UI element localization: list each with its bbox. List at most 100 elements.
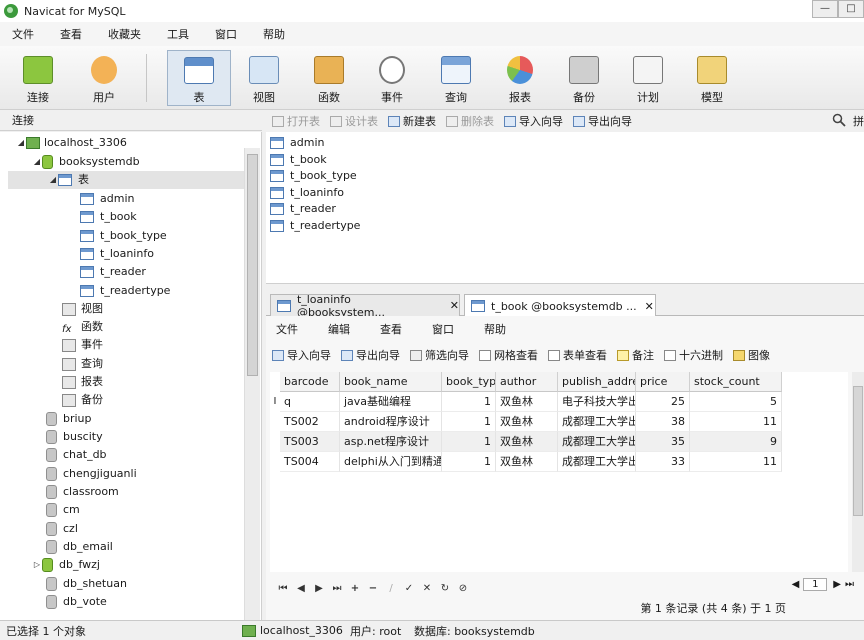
next-page-button[interactable]: ▶: [833, 579, 841, 590]
tree-database-item[interactable]: db_vote: [46, 593, 107, 611]
tab-close-icon[interactable]: ✕: [645, 300, 654, 313]
schedule-button[interactable]: 计划: [616, 50, 680, 106]
tree-database-item[interactable]: briup: [46, 410, 92, 428]
discard-changes-button[interactable]: ✕: [418, 583, 436, 594]
tree-database-item[interactable]: chengjiguanli: [46, 465, 137, 483]
table-cell[interactable]: java基础编程: [340, 392, 442, 412]
tab-t-loaninfo[interactable]: t_loaninfo @booksystem... ✕: [270, 293, 460, 319]
column-header-barcode[interactable]: barcode: [280, 372, 340, 392]
menu-favorites[interactable]: 收藏夹: [100, 26, 149, 42]
expand-triangle-icon[interactable]: ◢: [48, 171, 58, 189]
tree-table-item[interactable]: t_loaninfo: [80, 245, 154, 263]
table-cell[interactable]: 双鱼林: [496, 392, 558, 412]
design-table-button[interactable]: 设计表: [330, 113, 378, 129]
tree-database-item[interactable]: db_email: [46, 538, 113, 556]
search-icon[interactable]: [832, 113, 846, 127]
tree-database-item[interactable]: ▷ db_fwzj: [32, 556, 100, 574]
column-header-stock-count[interactable]: stock_count: [690, 372, 782, 392]
expand-triangle-icon[interactable]: ◢: [32, 153, 42, 171]
backup-button[interactable]: 备份: [552, 50, 616, 106]
editor-menu-view[interactable]: 查看: [380, 321, 402, 337]
prev-record-button[interactable]: ◀: [292, 583, 310, 594]
table-cell[interactable]: 1: [442, 452, 496, 472]
table-cell[interactable]: q: [280, 392, 340, 412]
first-record-button[interactable]: ⏮: [274, 583, 292, 594]
tree-functions-node[interactable]: fx 函数: [62, 318, 103, 336]
table-cell[interactable]: 25: [636, 392, 690, 412]
table-cell[interactable]: 1: [442, 392, 496, 412]
editor-menu-help[interactable]: 帮助: [484, 321, 506, 337]
tree-views-node[interactable]: 视图: [62, 300, 103, 318]
tree-database-item[interactable]: czl: [46, 520, 78, 538]
tab-t-book[interactable]: t_book @booksystemdb ... ✕: [464, 294, 656, 317]
tree-database-item[interactable]: classroom: [46, 483, 119, 501]
table-cell[interactable]: TS003: [280, 432, 340, 452]
menu-tools[interactable]: 工具: [159, 26, 197, 42]
table-cell[interactable]: 1: [442, 432, 496, 452]
tree-table-item[interactable]: admin: [80, 190, 134, 208]
maximize-button[interactable]: □: [838, 0, 864, 18]
user-button[interactable]: 用户: [72, 50, 136, 106]
table-cell[interactable]: TS004: [280, 452, 340, 472]
table-cell[interactable]: 33: [636, 452, 690, 472]
table-cell[interactable]: asp.net程序设计: [340, 432, 442, 452]
table-cell[interactable]: 电子科技大学出: [558, 392, 636, 412]
object-list-item[interactable]: admin: [270, 134, 324, 151]
column-header-author[interactable]: author: [496, 372, 558, 392]
object-list-item[interactable]: t_loaninfo: [270, 184, 344, 201]
tree-scrollbar[interactable]: [244, 148, 260, 620]
prev-page-button[interactable]: ◀: [792, 579, 800, 590]
table-cell[interactable]: 1: [442, 412, 496, 432]
page-number-input[interactable]: 1: [803, 578, 828, 591]
tree-database[interactable]: ◢ booksystemdb: [32, 153, 140, 171]
filter-wizard-button[interactable]: 筛选向导: [410, 347, 469, 363]
tree-table-item[interactable]: t_book_type: [80, 227, 167, 245]
column-header-price[interactable]: price: [636, 372, 690, 392]
object-list-item[interactable]: t_readertype: [270, 217, 360, 234]
edit-record-button[interactable]: /: [382, 583, 400, 594]
editor-menu-window[interactable]: 窗口: [432, 321, 454, 337]
tree-events-node[interactable]: 事件: [62, 336, 103, 354]
object-toolbar-more[interactable]: 拼: [853, 113, 864, 129]
table-cell[interactable]: 38: [636, 412, 690, 432]
grid-scrollbar[interactable]: [852, 372, 864, 572]
editor-menu-file[interactable]: 文件: [276, 321, 298, 337]
table-cell[interactable]: 成都理工大学出: [558, 432, 636, 452]
tree-backups-node[interactable]: 备份: [62, 391, 103, 409]
report-button[interactable]: 报表: [488, 50, 552, 106]
hex-button[interactable]: 十六进制: [664, 347, 723, 363]
table-cell[interactable]: delphi从入门到精通: [340, 452, 442, 472]
table-cell[interactable]: 11: [690, 412, 782, 432]
open-table-button[interactable]: 打开表: [272, 113, 320, 129]
tree-reports-node[interactable]: 报表: [62, 373, 103, 391]
import-wizard-button[interactable]: 导入向导: [272, 347, 331, 363]
image-button[interactable]: 图像: [733, 347, 770, 363]
form-view-button[interactable]: 表单查看: [548, 347, 607, 363]
tree-connection[interactable]: ◢ localhost_3306: [16, 134, 127, 152]
tree-table-item[interactable]: t_reader: [80, 263, 146, 281]
last-record-button[interactable]: ⏭: [328, 583, 346, 594]
new-table-button[interactable]: 新建表: [388, 113, 436, 129]
table-cell[interactable]: 双鱼林: [496, 432, 558, 452]
table-cell[interactable]: 双鱼林: [496, 452, 558, 472]
menu-view[interactable]: 查看: [52, 26, 90, 42]
table-cell[interactable]: 11: [690, 452, 782, 472]
grid-view-button[interactable]: 网格查看: [479, 347, 538, 363]
column-header-book-name[interactable]: book_name: [340, 372, 442, 392]
tree-database-item[interactable]: buscity: [46, 428, 103, 446]
minimize-button[interactable]: —: [812, 0, 838, 18]
model-button[interactable]: 模型: [680, 50, 744, 106]
tree-database-item[interactable]: db_shetuan: [46, 575, 127, 593]
delete-record-button[interactable]: −: [364, 583, 382, 594]
menu-file[interactable]: 文件: [4, 26, 42, 42]
menu-help[interactable]: 帮助: [255, 26, 293, 42]
function-button[interactable]: 函数: [297, 50, 361, 106]
stop-button[interactable]: ⊘: [454, 583, 472, 594]
table-cell[interactable]: android程序设计: [340, 412, 442, 432]
export-wizard-button[interactable]: 导出向导: [573, 113, 632, 129]
collapse-triangle-icon[interactable]: ▷: [32, 556, 42, 574]
table-cell[interactable]: 5: [690, 392, 782, 412]
grid-scrollbar-thumb[interactable]: [853, 386, 863, 516]
table-cell[interactable]: 成都理工大学出: [558, 452, 636, 472]
tab-close-icon[interactable]: ✕: [450, 299, 459, 312]
